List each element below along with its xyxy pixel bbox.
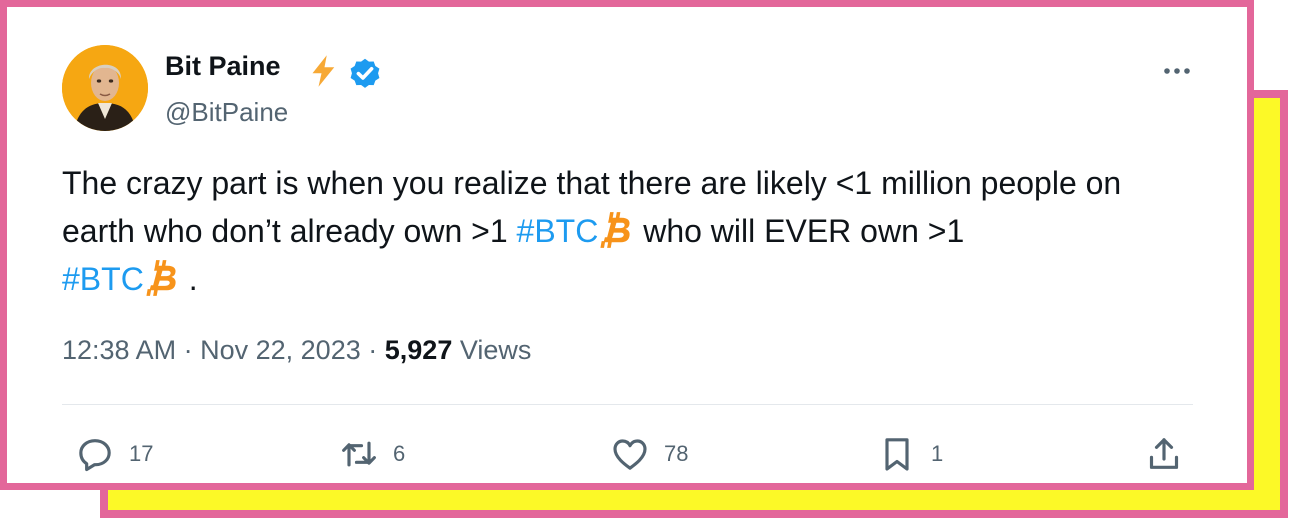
tweet-meta: 12:38 AM · Nov 22, 2023 · 5,927 Views <box>62 335 531 366</box>
like-count: 78 <box>664 441 689 466</box>
bookmark-button[interactable]: 1 <box>877 432 943 476</box>
retweet-icon <box>342 441 376 467</box>
bookmark-icon <box>885 438 909 471</box>
meta-separator: · <box>368 335 378 365</box>
bitcoin-icon <box>600 212 630 248</box>
reply-icon <box>79 439 111 472</box>
tweet-card: Bit Paine @BitPaine The crazy part is wh… <box>0 0 1254 490</box>
tweet-text-part-3: . <box>188 261 198 297</box>
bitcoin-icon <box>146 260 176 296</box>
like-button[interactable]: 78 <box>610 432 688 476</box>
views-label: Views <box>459 335 532 365</box>
meta-separator: · <box>183 335 193 365</box>
more-horizontal-icon[interactable] <box>1157 59 1197 83</box>
tweet-time[interactable]: 12:38 AM <box>62 335 176 365</box>
portrait-image <box>62 45 148 131</box>
retweet-count: 6 <box>393 441 406 466</box>
heart-icon <box>613 439 647 470</box>
views-count: 5,927 <box>384 335 453 365</box>
author-name[interactable]: Bit Paine <box>165 51 281 82</box>
retweet-button[interactable]: 6 <box>339 432 405 476</box>
verified-badge-icon[interactable] <box>347 55 383 91</box>
reply-count: 17 <box>129 441 154 466</box>
bookmark-count: 1 <box>931 441 944 466</box>
tweet-text-part-2: who will EVER own >1 <box>634 213 965 249</box>
hashtag-btc-2[interactable]: #BTC <box>62 261 144 297</box>
hashtag-btc-1[interactable]: #BTC <box>517 213 599 249</box>
share-icon <box>1149 438 1179 469</box>
author-handle[interactable]: @BitPaine <box>165 97 288 128</box>
lightning-bolt-icon <box>312 55 335 87</box>
divider <box>62 404 1193 405</box>
reply-button[interactable]: 17 <box>75 432 153 476</box>
avatar[interactable] <box>62 45 148 131</box>
share-button[interactable] <box>1144 432 1184 476</box>
tweet-date[interactable]: Nov 22, 2023 <box>200 335 361 365</box>
tweet-text: The crazy part is when you realize that … <box>62 159 1202 303</box>
